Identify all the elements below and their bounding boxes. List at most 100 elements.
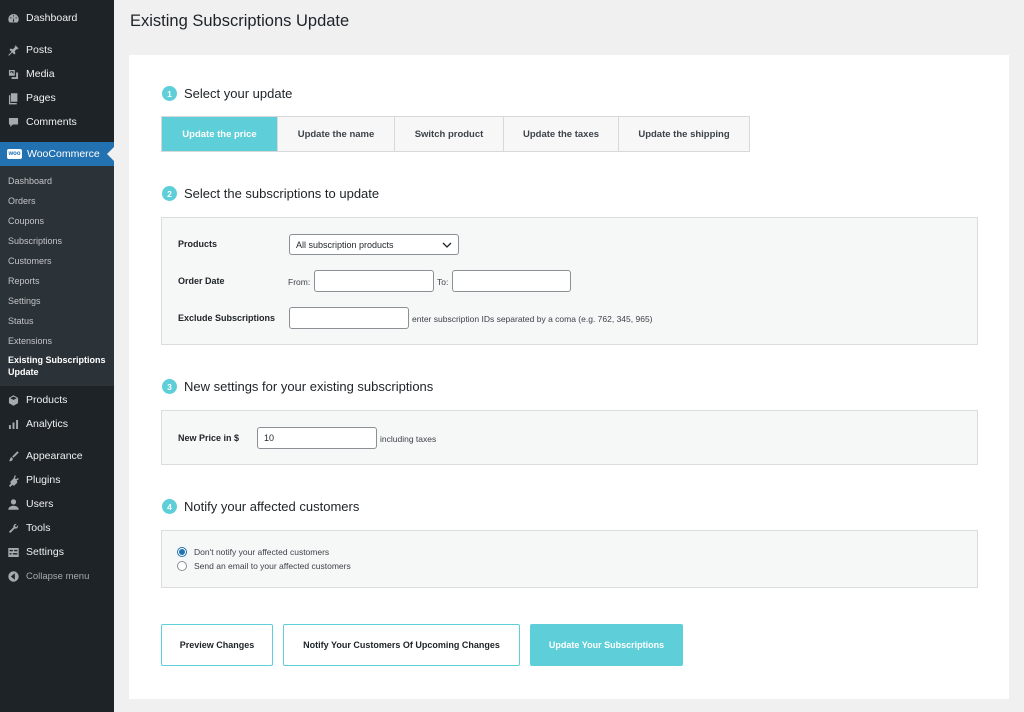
menu-label: Settings [26, 546, 64, 558]
radio-button[interactable] [177, 561, 187, 571]
menu-label: Comments [26, 116, 77, 128]
menu-dashboard[interactable]: Dashboard [0, 6, 114, 30]
step-title: New settings for your existing subscript… [184, 379, 434, 394]
submenu-item-customers[interactable]: Customers [0, 251, 114, 271]
menu-label: Dashboard [26, 12, 78, 24]
submenu-item-extensions[interactable]: Extensions [0, 331, 114, 351]
order-date-to-input[interactable] [452, 270, 571, 292]
step-4-heading: 4 Notify your affected customers [162, 499, 359, 514]
notify-box: Don't notify your affected customers Sen… [161, 530, 978, 588]
menu-label: Pages [26, 92, 56, 104]
exclude-subscriptions-input[interactable] [289, 307, 409, 329]
update-type-tabs: Update the price Update the name Switch … [161, 116, 750, 152]
menu-label: Products [26, 394, 68, 406]
menu-products[interactable]: Products [0, 388, 114, 412]
chevron-down-icon [442, 242, 452, 248]
menu-users[interactable]: Users [0, 492, 114, 516]
settings-panel: 1 Select your update Update the price Up… [129, 55, 1009, 699]
notify-option-email[interactable]: Send an email to your affected customers [177, 561, 351, 571]
tab-update-price[interactable]: Update the price [162, 117, 277, 151]
order-date-label: Order Date [178, 276, 225, 286]
step-2-heading: 2 Select the subscriptions to update [162, 186, 379, 201]
notify-option-none[interactable]: Don't notify your affected customers [177, 547, 329, 557]
pages-icon [7, 92, 20, 105]
products-select[interactable]: All subscription products [289, 234, 459, 255]
menu-label: Collapse menu [26, 570, 90, 582]
radio-label: Don't notify your affected customers [194, 547, 330, 557]
tab-update-name[interactable]: Update the name [277, 117, 394, 151]
exclude-subscriptions-label: Exclude Subscriptions [178, 313, 276, 323]
user-icon [7, 498, 20, 511]
menu-label: Media [26, 68, 55, 80]
woocommerce-logo-icon: woo [7, 149, 22, 159]
submenu-item-subscriptions[interactable]: Subscriptions [0, 231, 114, 251]
collapse-arrow-icon [7, 570, 20, 583]
menu-label: Analytics [26, 418, 69, 430]
media-icon [7, 68, 20, 81]
menu-posts[interactable]: Posts [0, 38, 114, 62]
to-label: To: [437, 277, 449, 287]
menu-label: Users [26, 498, 54, 510]
woocommerce-submenu: Dashboard Orders Coupons Subscriptions C… [0, 166, 114, 386]
tab-switch-product[interactable]: Switch product [394, 117, 503, 151]
menu-media[interactable]: Media [0, 62, 114, 86]
products-select-value: All subscription products [296, 239, 394, 250]
price-hint: including taxes [380, 434, 437, 444]
from-label: From: [288, 277, 311, 287]
subscription-filter-box: Products All subscription products Order… [161, 217, 978, 345]
wrench-icon [7, 522, 20, 535]
comments-icon [7, 116, 20, 129]
collapse-menu-button[interactable]: Collapse menu [0, 564, 114, 588]
step-1-heading: 1 Select your update [162, 86, 292, 101]
update-subscriptions-button[interactable]: Update Your Subscriptions [530, 624, 683, 666]
step-number-badge: 2 [162, 186, 177, 201]
menu-label: Plugins [26, 474, 61, 486]
exclude-hint: enter subscription IDs separated by a co… [412, 314, 653, 324]
step-title: Notify your affected customers [184, 499, 360, 514]
menu-label: WooCommerce [27, 148, 100, 160]
step-number-badge: 3 [162, 379, 177, 394]
menu-label: Tools [26, 522, 51, 534]
step-title: Select your update [184, 86, 293, 101]
plugin-icon [7, 474, 20, 487]
submenu-item-reports[interactable]: Reports [0, 271, 114, 291]
pin-icon [7, 44, 20, 57]
menu-label: Posts [26, 44, 53, 56]
order-date-from-input[interactable] [314, 270, 434, 292]
menu-comments[interactable]: Comments [0, 110, 114, 134]
new-settings-box: New Price in $ including taxes [161, 410, 978, 465]
menu-appearance[interactable]: Appearance [0, 444, 114, 468]
step-3-heading: 3 New settings for your existing subscri… [162, 379, 433, 394]
menu-tools[interactable]: Tools [0, 516, 114, 540]
admin-sidebar: Dashboard Posts Media Pages Comments woo… [0, 0, 114, 712]
menu-woocommerce[interactable]: woo WooCommerce [0, 142, 114, 166]
preview-changes-button[interactable]: Preview Changes [161, 624, 273, 666]
menu-pages[interactable]: Pages [0, 86, 114, 110]
step-number-badge: 4 [162, 499, 177, 514]
notify-customers-button[interactable]: Notify Your Customers Of Upcoming Change… [283, 624, 520, 666]
submenu-item-existing-subscriptions-update[interactable]: Existing Subscriptions Update [0, 351, 114, 381]
products-label: Products [178, 239, 218, 249]
settings-icon [7, 546, 20, 559]
radio-button-selected[interactable] [177, 547, 187, 557]
submenu-item-orders[interactable]: Orders [0, 191, 114, 211]
submenu-item-dashboard[interactable]: Dashboard [0, 171, 114, 191]
brush-icon [7, 450, 20, 463]
submenu-item-status[interactable]: Status [0, 311, 114, 331]
step-number-badge: 1 [162, 86, 177, 101]
tab-update-taxes[interactable]: Update the taxes [503, 117, 618, 151]
tab-update-shipping[interactable]: Update the shipping [618, 117, 749, 151]
menu-analytics[interactable]: Analytics [0, 412, 114, 436]
menu-settings[interactable]: Settings [0, 540, 114, 564]
page-title: Existing Subscriptions Update [130, 12, 350, 30]
submenu-item-coupons[interactable]: Coupons [0, 211, 114, 231]
radio-label: Send an email to your affected customers [194, 561, 351, 571]
step-title: Select the subscriptions to update [184, 186, 380, 201]
menu-label: Appearance [26, 450, 83, 462]
new-price-label: New Price in $ [178, 433, 240, 443]
chart-icon [7, 418, 20, 431]
submenu-item-settings[interactable]: Settings [0, 291, 114, 311]
box-icon [7, 394, 20, 407]
menu-plugins[interactable]: Plugins [0, 468, 114, 492]
new-price-input[interactable] [257, 427, 377, 449]
